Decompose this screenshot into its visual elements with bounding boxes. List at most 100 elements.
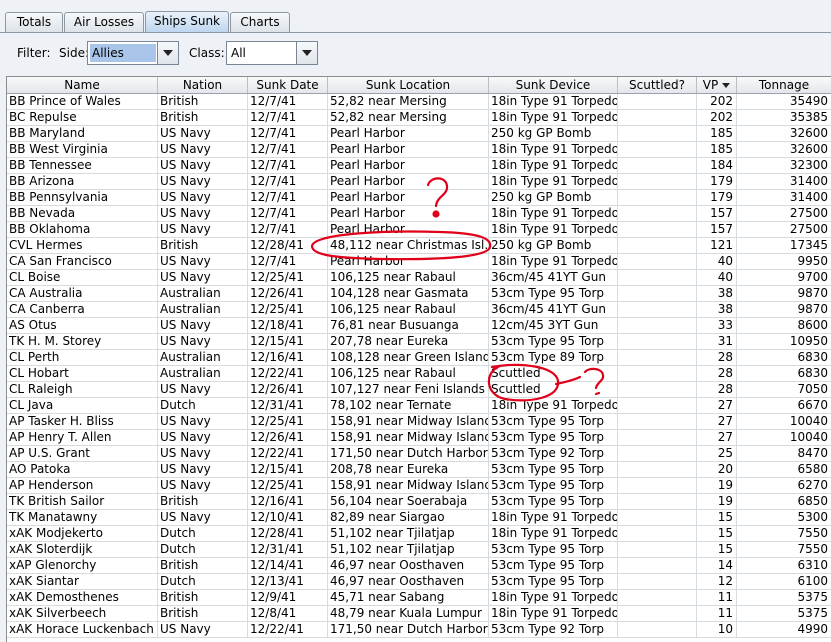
table-cell: 12/15/41 [248, 462, 328, 477]
table-row[interactable]: TK British Sailor British 12/16/41 56,104 n… [7, 494, 831, 510]
table-row[interactable]: AP Tasker H. Bliss US Navy 12/25/41 158,91 … [7, 414, 831, 430]
table-row[interactable]: xAK Siantar Dutch 12/13/41 46,97 near Oosth… [7, 574, 831, 590]
table-row[interactable]: CL Raleigh US Navy 12/26/41 107,127 near Fe… [7, 382, 831, 398]
table-row[interactable]: TK H. M. Storey US Navy 12/15/41 207,78 nea… [7, 334, 831, 350]
column-header-name[interactable]: Name [7, 77, 158, 93]
table-row[interactable]: CL Perth Australian 12/16/41 108,128 near G… [7, 350, 831, 366]
table-row[interactable]: BB Prince of Wales British 12/7/41 52,82 ne… [7, 94, 831, 110]
table-row[interactable]: CL Boise US Navy 12/25/41 106,125 near Raba… [7, 270, 831, 286]
table-row[interactable]: CL Java Dutch 12/31/41 78,102 near Ternate 1… [7, 398, 831, 414]
table-cell: 158,91 near Midway Island [330, 414, 489, 429]
tab-charts[interactable]: Charts [230, 12, 290, 32]
table-cell: 207,78 near Eureka [328, 334, 489, 349]
table-row[interactable]: xAK Silverbeech British 12/8/41 48,79 near … [7, 606, 831, 622]
table-cell: Pearl Harbor [328, 222, 489, 237]
chevron-down-icon[interactable] [157, 42, 178, 64]
column-header-nation[interactable]: Nation [158, 77, 248, 93]
table-row[interactable]: AP Henry T. Allen US Navy 12/26/41 158,91 n… [7, 430, 831, 446]
tab-air-losses[interactable]: Air Losses [64, 12, 144, 32]
table-cell: BB Oklahoma [7, 222, 158, 237]
column-header-vp[interactable]: VP [697, 77, 737, 93]
table-row[interactable]: BB Nevada US Navy 12/7/41 Pearl Harbor 18in … [7, 206, 831, 222]
column-header-sunk-date[interactable]: Sunk Date [248, 77, 328, 93]
table-row[interactable]: CA Canberra Australian 12/25/41 106,125 nea… [7, 302, 831, 318]
table-row[interactable]: CA Australia Australian 12/26/41 104,128 ne… [7, 286, 831, 302]
column-header-sunk-location[interactable]: Sunk Location [328, 77, 489, 93]
table-cell: 185 [697, 126, 737, 141]
tab-totals[interactable]: Totals [5, 12, 63, 32]
table-row[interactable]: AS Otus US Navy 12/18/41 76,81 near Busuang… [7, 318, 831, 334]
table-row[interactable]: xAP Glenorchy British 12/14/41 46,97 near O… [7, 558, 831, 574]
table-cell: 18in Type 91 Torpedo [491, 206, 618, 221]
tab-ships-sunk[interactable]: Ships Sunk [145, 11, 229, 33]
table-row[interactable]: BB West Virginia US Navy 12/7/41 Pearl Harb… [7, 142, 831, 158]
table-row[interactable]: TK Manatawny US Navy 12/10/41 82,89 near Si… [7, 510, 831, 526]
tab-bar: Totals Air Losses Ships Sunk Charts [0, 0, 831, 33]
column-header-tonnage[interactable]: Tonnage [737, 77, 831, 93]
table-cell: 18in Type 91 Torpedo [491, 110, 618, 125]
side-select[interactable]: Allies [87, 41, 179, 65]
table-cell: 18in Type 91 Torpedo [491, 398, 618, 413]
table-row[interactable]: AP Henderson US Navy 12/25/41 158,91 near M… [7, 478, 831, 494]
table-cell: 40 [697, 254, 737, 269]
table-cell: 12/26/41 [248, 286, 328, 301]
table-cell: 12/7/41 [248, 254, 328, 269]
table-cell: CL Boise [7, 270, 158, 285]
table-cell: 7550 [737, 526, 831, 541]
table-cell: 35385 [737, 110, 831, 125]
table-row[interactable]: AO Patoka US Navy 12/15/41 208,78 near Eure… [7, 462, 831, 478]
table-cell: 51,102 near Tjilatjap [328, 526, 489, 541]
table-cell: 27500 [737, 222, 831, 237]
table-cell: 15 [697, 542, 737, 557]
table-cell: 12/14/41 [248, 558, 328, 573]
table-cell: 53cm Type 89 Torp [489, 350, 618, 365]
table-cell: British [158, 590, 248, 605]
table-cell: AO Patoka [7, 462, 158, 477]
table-cell: CL Hobart [7, 366, 158, 381]
column-header-sunk-device[interactable]: Sunk Device [489, 77, 618, 93]
table-cell: 10 [697, 622, 737, 637]
table-row[interactable]: BB Tennessee US Navy 12/7/41 Pearl Harbor 18… [7, 158, 831, 174]
table-cell: 157 [697, 206, 737, 221]
table-cell: Dutch [158, 398, 248, 413]
table-cell: 48,79 near Kuala Lumpur [328, 606, 489, 621]
table-cell: 18in Type 91 Torpedo [491, 254, 618, 269]
table-cell: 7550 [737, 542, 831, 557]
table-cell: Dutch [158, 526, 248, 541]
table-cell [618, 558, 697, 573]
table-row[interactable]: xAK Horace Luckenbach US Navy 12/22/41 171,… [7, 622, 831, 638]
table-cell: 53cm Type 95 Torp [489, 286, 618, 301]
table-row[interactable]: xAK Sloterdijk Dutch 12/31/41 51,102 near T… [7, 542, 831, 558]
table-cell: 6310 [737, 558, 831, 573]
table-row[interactable]: xAK Modjekerto Dutch 12/28/41 51,102 near T… [7, 526, 831, 542]
table-cell: xAK Modjekerto [7, 526, 158, 541]
table-row[interactable]: BB Pennsylvania US Navy 12/7/41 Pearl Harbo… [7, 190, 831, 206]
table-cell: BB West Virginia [7, 142, 158, 157]
class-select-value: All [231, 46, 246, 60]
table-cell: CVL Hermes [7, 238, 158, 253]
class-select[interactable]: All [226, 41, 318, 65]
table-cell: British [158, 238, 248, 253]
table-cell: US Navy [158, 318, 248, 333]
table-cell: CA San Francisco [7, 254, 158, 269]
table-row[interactable]: CA San Francisco US Navy 12/7/41 Pearl Harb… [7, 254, 831, 270]
table-cell: 6850 [737, 494, 831, 509]
table-row[interactable]: AP U.S. Grant US Navy 12/22/41 171,50 near … [7, 446, 831, 462]
table-row[interactable]: BC Repulse British 12/7/41 52,82 near Mersi… [7, 110, 831, 126]
table-cell: 12/7/41 [248, 190, 328, 205]
table-cell: 12/25/41 [248, 478, 328, 493]
table-row[interactable]: CVL Hermes British 12/28/41 48,112 near Chr… [7, 238, 831, 254]
chevron-down-icon[interactable] [296, 42, 317, 64]
table-row[interactable]: BB Maryland US Navy 12/7/41 Pearl Harbor 250… [7, 126, 831, 142]
table-cell: US Navy [158, 382, 248, 397]
table-row[interactable]: BB Arizona US Navy 12/7/41 Pearl Harbor 18in… [7, 174, 831, 190]
table-row[interactable]: CL Hobart Australian 12/22/41 106,125 near … [7, 366, 831, 382]
table-row[interactable]: xAK Demosthenes British 12/9/41 45,71 near … [7, 590, 831, 606]
table-cell: US Navy [158, 126, 248, 141]
table-cell: 184 [697, 158, 737, 173]
table-row[interactable]: BB Oklahoma US Navy 12/7/41 Pearl Harbor 18i… [7, 222, 831, 238]
ships-sunk-table[interactable]: Name Nation Sunk Date Sunk Location Sunk… [6, 76, 831, 642]
table-cell: 202 [697, 110, 737, 125]
column-header-scuttled[interactable]: Scuttled? [618, 77, 697, 93]
table-cell: CL Raleigh [7, 382, 158, 397]
